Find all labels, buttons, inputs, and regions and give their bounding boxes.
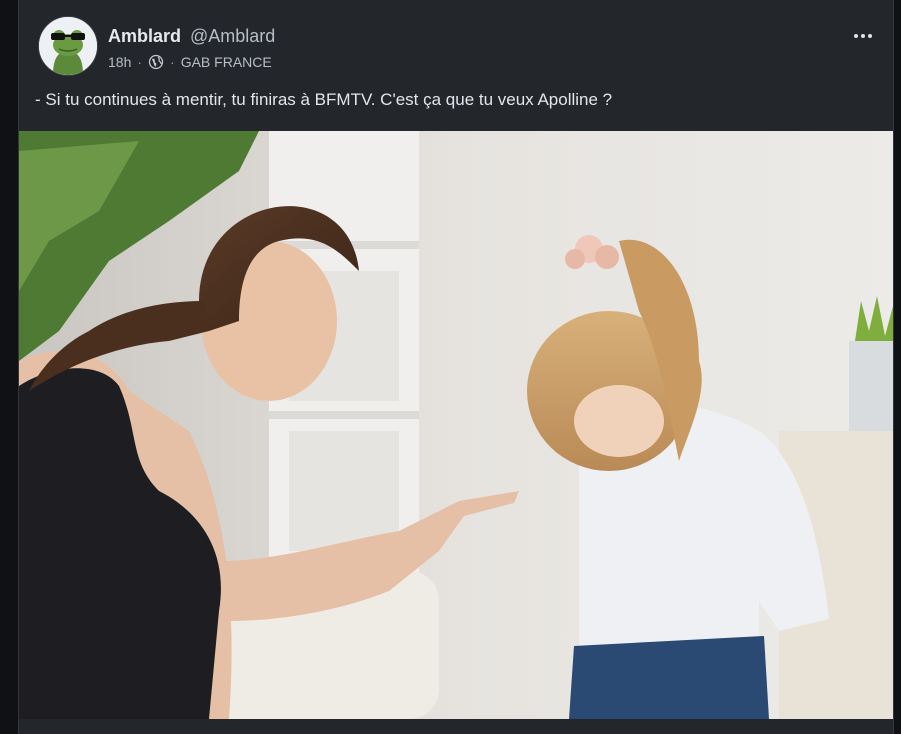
author-handle[interactable]: @Amblard <box>190 26 275 47</box>
more-options-icon[interactable] <box>849 24 877 48</box>
post-time[interactable]: 18h <box>108 54 131 70</box>
photo-mother-scolding-girl <box>19 131 893 719</box>
author-row: Amblard @Amblard <box>108 26 275 47</box>
author-avatar[interactable] <box>38 16 98 76</box>
author-display-name[interactable]: Amblard <box>108 26 181 47</box>
separator-dot: · <box>137 54 143 70</box>
post-image[interactable] <box>19 131 893 719</box>
post-meta: 18h · · GAB FRANCE <box>108 54 272 70</box>
frog-avatar-icon <box>39 17 97 75</box>
globe-icon <box>148 54 164 70</box>
separator-dot: · <box>170 54 175 70</box>
post-card: Amblard @Amblard 18h · · GAB FRANCE - Si… <box>18 0 894 734</box>
post-text: - Si tu continues à mentir, tu finiras à… <box>35 90 613 109</box>
group-link[interactable]: GAB FRANCE <box>181 54 272 70</box>
